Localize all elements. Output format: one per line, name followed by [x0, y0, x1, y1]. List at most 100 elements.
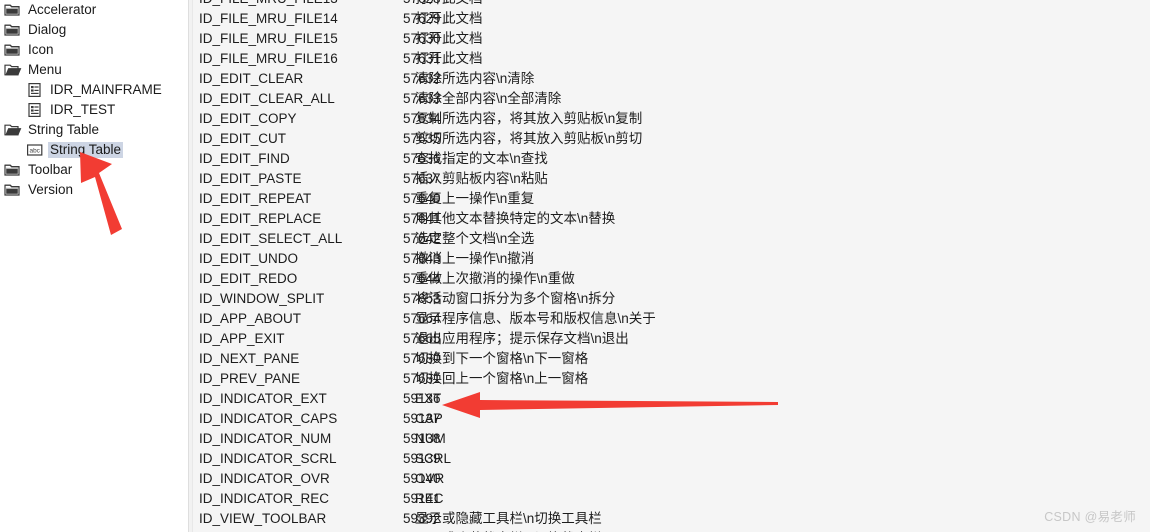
resource-tree-pane[interactable]: Accelerator Dialog Icon Menu IDR_MAINFRAME ID… [0, 0, 188, 532]
cell-caption: 剪切所选内容，将其放入剪贴板\n剪切 [415, 131, 643, 146]
tree-item-string-table[interactable]: abc String Table [0, 140, 188, 160]
cell-id: ID_EDIT_PASTE [199, 171, 302, 186]
cell-caption: 显示程序信息、版本号和版权信息\n关于 [415, 311, 656, 326]
cell-caption: 撤消上一操作\n撤消 [415, 251, 535, 266]
cell-caption: 清除所选内容\n清除 [415, 71, 535, 86]
cell-caption: 重复上一操作\n重复 [415, 191, 535, 206]
tree-item-idr-test[interactable]: IDR_TEST [0, 100, 188, 120]
cell-id: ID_EDIT_SELECT_ALL [199, 231, 343, 246]
cell-id: ID_EDIT_FIND [199, 151, 290, 166]
cell-caption: REC [415, 491, 444, 506]
cell-caption: 用其他文本替换特定的文本\n替换 [415, 211, 616, 226]
cell-id: ID_FILE_MRU_FILE13 [199, 0, 399, 9]
resource-tree-list[interactable]: Accelerator Dialog Icon Menu IDR_MAINFRAME ID… [0, 0, 188, 200]
folder-closed-icon [4, 24, 20, 36]
string-table-row[interactable]: ID_FILE_MRU_FILE1357628打开此文档 [193, 0, 1150, 9]
cell-id: ID_APP_ABOUT [199, 311, 302, 326]
resource-editor-window: Accelerator Dialog Icon Menu IDR_MAINFRAME ID… [0, 0, 1150, 532]
string-table-row[interactable]: ID_APP_ABOUT 57664 显示程序信息、版本号和版权信息\n关于 [193, 309, 1150, 329]
cell-id: ID_INDICATOR_OVR [199, 471, 330, 486]
cell-caption: 切换到下一个窗格\n下一窗格 [415, 351, 589, 366]
cell-caption: OVR [415, 471, 445, 486]
cell-id: ID_INDICATOR_NUM [199, 431, 332, 446]
cell-caption: 清除全部内容\n全部清除 [415, 91, 562, 106]
tree-item-string-table[interactable]: String Table [0, 120, 188, 140]
menu-resource-icon [28, 83, 41, 98]
tree-item-label: Accelerator [28, 2, 97, 17]
string-table-row[interactable]: ID_PREV_PANE 57681 切换回上一个窗格\n上一窗格 [193, 369, 1150, 389]
cell-caption: 打开此文档 [415, 31, 483, 46]
cell-id: ID_EDIT_COPY [199, 111, 297, 126]
string-table-row[interactable]: ID_INDICATOR_CAPS 59137 CAP [193, 409, 1150, 429]
menu-resource-icon [28, 103, 41, 118]
svg-text:abc: abc [30, 148, 41, 155]
cell-id: ID_EDIT_REDO [199, 271, 298, 286]
string-table-row[interactable]: ID_WINDOW_SPLIT 57653 将活动窗口拆分为多个窗格\n拆分 [193, 289, 1150, 309]
tree-item-toolbar[interactable]: Toolbar [0, 160, 188, 180]
string-table-rows[interactable]: ID_FILE_MRU_FILE1357628打开此文档ID_FILE_MRU_… [193, 0, 1150, 532]
cell-caption: 打开此文档 [415, 51, 483, 66]
cell-caption: 打开此文档 [415, 11, 483, 26]
cell-id: ID_EDIT_REPEAT [199, 191, 312, 206]
string-table-row[interactable]: ID_INDICATOR_REC 59141 REC [193, 489, 1150, 509]
cell-id: ID_FILE_MRU_FILE16 [199, 51, 338, 66]
cell-caption: 显示或隐藏工具栏\n切换工具栏 [415, 511, 602, 526]
string-table-row[interactable]: ID_INDICATOR_OVR 59140 OVR [193, 469, 1150, 489]
tree-item-label: Icon [28, 42, 54, 57]
tree-item-version[interactable]: Version [0, 180, 188, 200]
cell-id: ID_INDICATOR_EXT [199, 391, 327, 406]
csdn-watermark: CSDN @易老师 [1044, 510, 1136, 524]
cell-id: ID_EDIT_UNDO [199, 251, 299, 266]
string-table-row[interactable]: ID_EDIT_CLEAR_ALL 57633 清除全部内容\n全部清除 [193, 89, 1150, 109]
cell-caption: 将活动窗口拆分为多个窗格\n拆分 [415, 291, 616, 306]
string-table-row[interactable]: ID_EDIT_SELECT_ALL 57642 选定整个文档\n全选 [193, 229, 1150, 249]
folder-closed-icon [4, 44, 20, 56]
cell-id: ID_FILE_MRU_FILE15 [199, 31, 338, 46]
folder-open-icon [4, 64, 22, 76]
string-table-row[interactable]: ID_FILE_MRU_FILE15 57630 打开此文档 [193, 29, 1150, 49]
cell-caption: 复制所选内容，将其放入剪贴板\n复制 [415, 111, 643, 126]
string-table-row[interactable]: ID_NEXT_PANE 57680 切换到下一个窗格\n下一窗格 [193, 349, 1150, 369]
tree-item-icon[interactable]: Icon [0, 40, 188, 60]
folder-closed-icon [4, 184, 20, 196]
cell-id: ID_PREV_PANE [199, 371, 301, 386]
string-table-row[interactable]: ID_INDICATOR_SCRL 59139 SCRL [193, 449, 1150, 469]
string-table-row[interactable]: ID_INDICATOR_NUM 59138 NUM [193, 429, 1150, 449]
string-table-row[interactable]: ID_EDIT_FIND 57636 查找指定的文本\n查找 [193, 149, 1150, 169]
string-table-row[interactable]: ID_INDICATOR_EXT 59136 EXT [193, 389, 1150, 409]
string-table-row[interactable]: ID_FILE_MRU_FILE16 57631 打开此文档 [193, 49, 1150, 69]
cell-id: ID_EDIT_CLEAR_ALL [199, 91, 335, 106]
tree-item-label: String Table [48, 142, 124, 158]
string-table-row[interactable]: ID_EDIT_CLEAR 57632 清除所选内容\n清除 [193, 69, 1150, 89]
string-table-row[interactable]: ID_EDIT_UNDO 57643 撤消上一操作\n撤消 [193, 249, 1150, 269]
cell-caption: 打开此文档 [415, 0, 1115, 9]
string-table-row[interactable]: ID_VIEW_TOOLBAR 59392 显示或隐藏工具栏\n切换工具栏 [193, 509, 1150, 529]
string-table-grid-pane[interactable]: ID_FILE_MRU_FILE1357628打开此文档ID_FILE_MRU_… [193, 0, 1150, 532]
tree-item-label: Menu [28, 62, 62, 77]
tree-item-idr-mainframe[interactable]: IDR_MAINFRAME [0, 80, 188, 100]
cell-id: ID_EDIT_CUT [199, 131, 287, 146]
string-table-row[interactable]: ID_APP_EXIT 57665 退出应用程序；提示保存文档\n退出 [193, 329, 1150, 349]
tree-item-accelerator[interactable]: Accelerator [0, 0, 188, 20]
string-table-row[interactable]: ID_EDIT_PASTE 57637 插入剪贴板内容\n粘贴 [193, 169, 1150, 189]
tree-item-menu[interactable]: Menu [0, 60, 188, 80]
string-table-row[interactable]: ID_EDIT_REPEAT 57640 重复上一操作\n重复 [193, 189, 1150, 209]
string-table-row[interactable]: ID_FILE_MRU_FILE14 57629 打开此文档 [193, 9, 1150, 29]
cell-id: ID_EDIT_CLEAR [199, 71, 304, 86]
folder-open-icon [4, 124, 22, 136]
cell-caption: 退出应用程序；提示保存文档\n退出 [415, 331, 629, 346]
splitter-left-line [188, 0, 189, 532]
string-table-row[interactable]: ID_EDIT_REDO 57644 重做上次撤消的操作\n重做 [193, 269, 1150, 289]
tree-item-label: Dialog [28, 22, 67, 37]
cell-caption: 插入剪贴板内容\n粘贴 [415, 171, 548, 186]
tree-item-dialog[interactable]: Dialog [0, 20, 188, 40]
tree-item-label: Version [28, 182, 74, 197]
string-table-row[interactable]: ID_EDIT_COPY 57634 复制所选内容，将其放入剪贴板\n复制 [193, 109, 1150, 129]
cell-id: ID_INDICATOR_SCRL [199, 451, 337, 466]
tree-item-label: IDR_MAINFRAME [50, 82, 162, 97]
cell-id: ID_VIEW_TOOLBAR [199, 511, 327, 526]
cell-caption: NUM [415, 431, 446, 446]
string-table-row[interactable]: ID_EDIT_CUT 57635 剪切所选内容，将其放入剪贴板\n剪切 [193, 129, 1150, 149]
cell-id: ID_INDICATOR_CAPS [199, 411, 338, 426]
string-table-row[interactable]: ID_EDIT_REPLACE 57641 用其他文本替换特定的文本\n替换 [193, 209, 1150, 229]
